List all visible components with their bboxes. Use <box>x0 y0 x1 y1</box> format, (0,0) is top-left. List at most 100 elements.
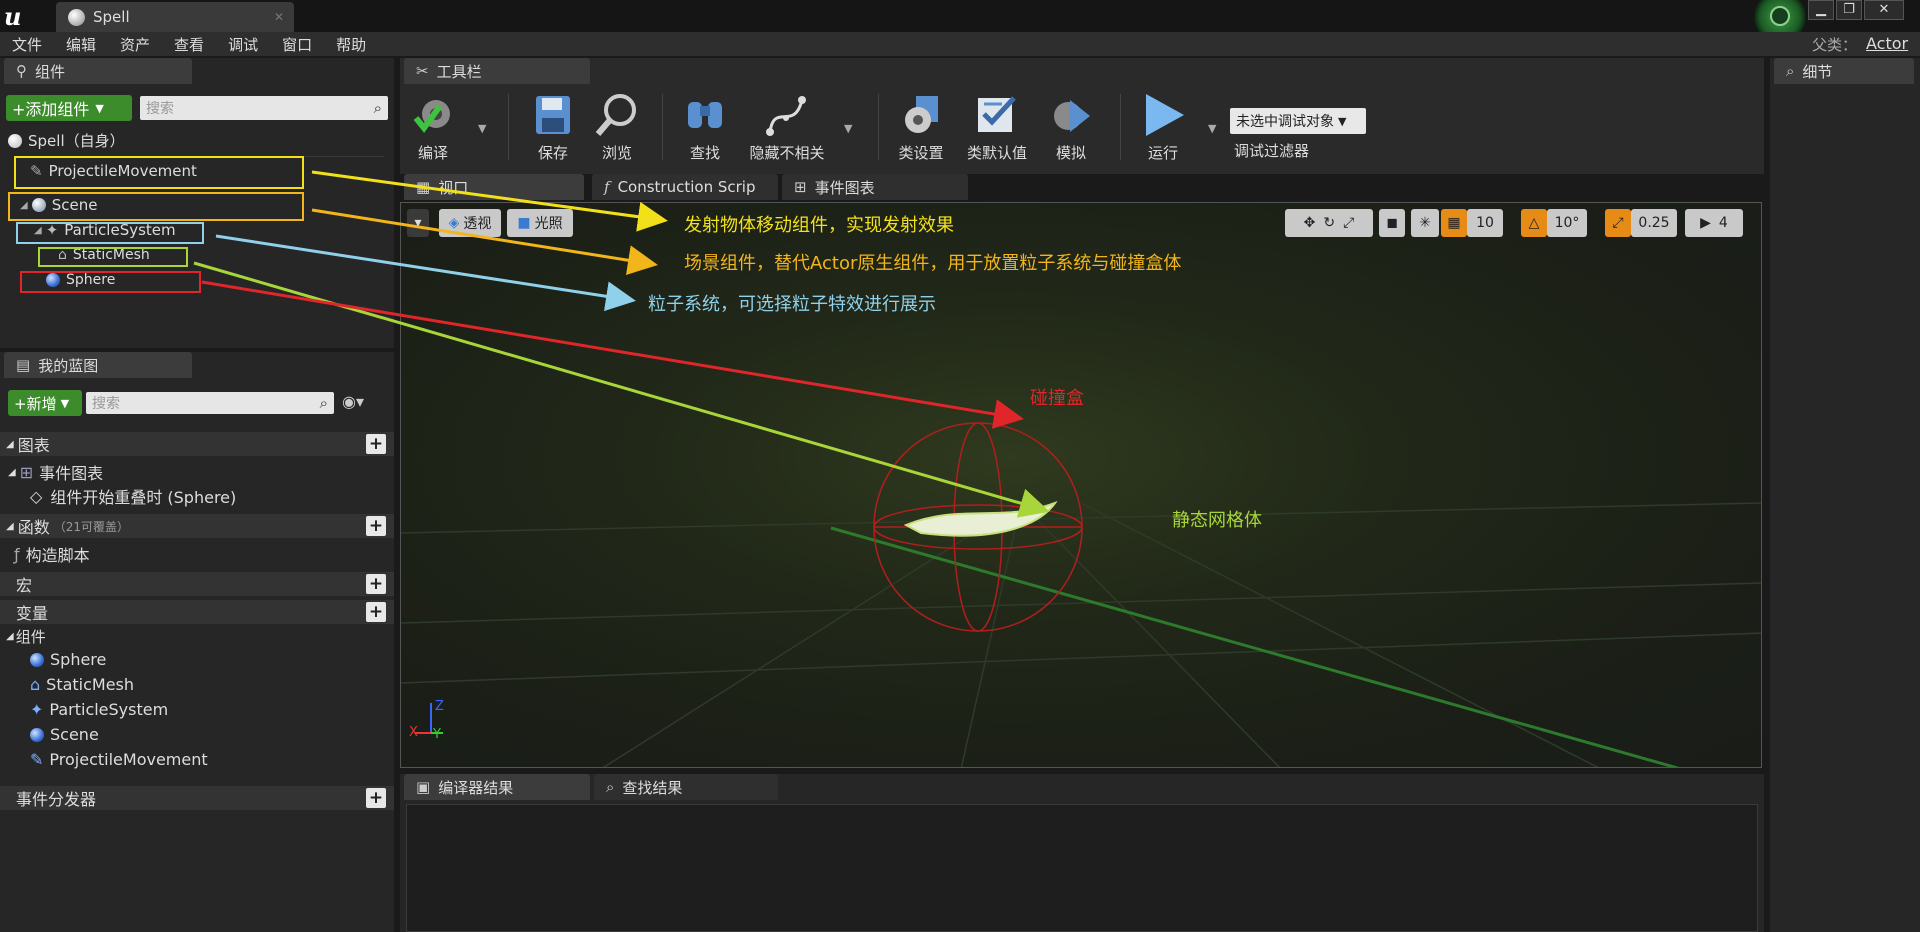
particle-system-icon: ✦ <box>30 700 44 719</box>
find-button[interactable]: 查找 <box>670 92 740 163</box>
rotate-icon[interactable]: ↻ <box>1323 215 1335 231</box>
menu-asset[interactable]: 资产 <box>108 34 162 55</box>
section-functions[interactable]: ◢ 函数 （21可覆盖） + <box>0 514 394 538</box>
variable-label: Scene <box>50 725 99 744</box>
add-component-button[interactable]: +添加组件 ▼ <box>6 95 132 121</box>
world-local-button[interactable]: ✳ <box>1411 209 1439 237</box>
function-icon: f <box>604 178 610 196</box>
variable-scene[interactable]: Scene <box>30 725 99 744</box>
translate-icon[interactable]: ✥ <box>1304 215 1316 231</box>
play-button[interactable]: 运行 <box>1128 92 1198 163</box>
menu-debug[interactable]: 调试 <box>216 34 270 55</box>
minimize-button[interactable]: ▁ <box>1808 0 1834 20</box>
class-settings-button[interactable]: 类设置 <box>886 92 956 163</box>
variable-projectilemovement[interactable]: ✎ ProjectileMovement <box>30 750 208 769</box>
debug-filter-label: 调试过滤器 <box>1234 142 1310 160</box>
grid-snap-value[interactable]: 10 <box>1467 209 1503 237</box>
maximize-button[interactable]: ❐ <box>1836 0 1862 20</box>
debug-object-select[interactable]: 未选中调试对象 ▼ <box>1230 108 1366 134</box>
add-component-label: +添加组件 <box>12 100 90 119</box>
tree-root-spell[interactable]: Spell（自身） <box>8 130 125 151</box>
compile-button[interactable]: 编译 <box>398 92 468 163</box>
tab-event-graph[interactable]: ⊞ 事件图表 <box>782 174 968 200</box>
camera-speed-button[interactable]: ▶ 4 <box>1685 209 1743 237</box>
tab-find-results[interactable]: ⌕ 查找结果 <box>594 774 778 800</box>
variable-label: ParticleSystem <box>49 700 169 719</box>
rotation-snap-toggle[interactable]: △ <box>1521 209 1547 237</box>
axis-y-label: Y <box>433 727 441 742</box>
grid-snap-toggle[interactable]: ▦ <box>1441 209 1467 237</box>
menu-window[interactable]: 窗口 <box>270 34 324 55</box>
expand-arrow-icon[interactable]: ◢ <box>6 631 14 642</box>
menu-view[interactable]: 查看 <box>162 34 216 55</box>
components-search-input[interactable]: 搜索 ⌕ <box>140 96 388 120</box>
components-tab[interactable]: ⚲ 组件 <box>4 58 192 84</box>
class-defaults-button[interactable]: 类默认值 <box>962 92 1032 163</box>
tab-construction-script[interactable]: f Construction Scrip <box>592 174 778 200</box>
lighting-button[interactable]: ■ 光照 <box>507 209 573 237</box>
add-variable-button[interactable]: + <box>366 602 386 622</box>
scale-icon[interactable]: ⤢ <box>1343 215 1354 231</box>
compile-gear-icon <box>410 92 456 138</box>
sphere-component-icon <box>30 652 44 667</box>
play-options-arrow-icon[interactable]: ▼ <box>1208 122 1216 135</box>
compiler-results-content <box>406 804 1758 932</box>
parent-class-link[interactable]: Actor <box>1866 34 1908 53</box>
viewport-icon: ▦ <box>416 178 431 196</box>
expand-arrow-icon[interactable]: ◢ <box>6 521 14 532</box>
axis-z-label: Z <box>435 699 444 714</box>
toolbar-tab[interactable]: ✂ 工具栏 <box>404 58 590 84</box>
browse-button[interactable]: 浏览 <box>582 92 652 163</box>
construction-script-item[interactable]: ƒ 构造脚本 <box>14 542 90 566</box>
scale-snap-toggle[interactable]: ⤢ <box>1605 209 1631 237</box>
surface-snap-button[interactable]: ◼ <box>1379 209 1405 237</box>
save-disk-icon <box>530 92 576 138</box>
variable-staticmesh[interactable]: ⌂ StaticMesh <box>30 675 134 694</box>
simulate-button[interactable]: 模拟 <box>1036 92 1106 163</box>
scale-snap-value[interactable]: 0.25 <box>1631 209 1677 237</box>
variable-particlesystem[interactable]: ✦ ParticleSystem <box>30 700 168 719</box>
my-blueprint-tab[interactable]: ▤ 我的蓝图 <box>4 352 192 378</box>
add-macro-button[interactable]: + <box>366 574 386 594</box>
component-vars-group[interactable]: ◢ 组件 <box>6 626 46 647</box>
transform-tools-group[interactable]: ✥ ↻ ⤢ <box>1285 209 1373 237</box>
add-graph-button[interactable]: + <box>366 434 386 454</box>
menu-edit[interactable]: 编辑 <box>54 34 108 55</box>
variable-label: ProjectileMovement <box>49 750 208 769</box>
rotation-snap-value[interactable]: 10° <box>1547 209 1587 237</box>
save-button[interactable]: 保存 <box>518 92 588 163</box>
perspective-button[interactable]: ◈ 透视 <box>439 209 501 237</box>
section-dispatchers-label: 事件分发器 <box>16 790 97 809</box>
viewport[interactable]: X Y Z ▾ ◈ 透视 ■ 光照 ✥ ↻ ⤢ ◼ ✳ ▦ 10 △ 10° ⤢… <box>400 202 1762 768</box>
hide-unrelated-options-arrow-icon[interactable]: ▼ <box>844 122 852 135</box>
section-event-dispatchers[interactable]: 事件分发器 + <box>0 786 394 810</box>
add-dispatcher-button[interactable]: + <box>366 788 386 808</box>
section-graphs[interactable]: ◢ 图表 + <box>0 432 394 456</box>
viewport-options-button[interactable]: ▾ <box>407 209 429 237</box>
event-item-begin-overlap[interactable]: ◇ 组件开始重叠时 (Sphere) <box>30 484 236 508</box>
expand-arrow-icon[interactable]: ◢ <box>8 467 16 478</box>
menu-help[interactable]: 帮助 <box>324 34 378 55</box>
expand-arrow-icon[interactable]: ◢ <box>6 439 14 450</box>
compile-options-arrow-icon[interactable]: ▼ <box>478 122 486 135</box>
tab-compiler-results[interactable]: ▣ 编译器结果 <box>404 774 590 800</box>
section-macros[interactable]: 宏 + <box>0 572 394 596</box>
tab-viewport[interactable]: ▦ 视口 <box>404 174 584 200</box>
annotation-box-scene <box>8 192 304 221</box>
blueprint-search-input[interactable]: 搜索 ⌕ <box>86 392 334 414</box>
event-graph-item[interactable]: ◢ ⊞ 事件图表 <box>8 460 103 484</box>
debug-object-value: 未选中调试对象 <box>1236 114 1334 130</box>
add-function-button[interactable]: + <box>366 516 386 536</box>
document-tab-spell[interactable]: Spell ✕ <box>56 2 294 32</box>
variable-sphere[interactable]: Sphere <box>30 650 106 669</box>
tab-details[interactable]: ⌕ 细节 <box>1774 58 1914 84</box>
hide-unrelated-button[interactable]: 隐藏不相关 <box>746 92 828 163</box>
visibility-eye-icon[interactable]: ◉▾ <box>342 392 364 411</box>
section-variables[interactable]: 变量 + <box>0 600 394 624</box>
search-placeholder: 搜索 <box>92 396 120 412</box>
new-button[interactable]: +新增 ▼ <box>8 390 82 416</box>
menu-file[interactable]: 文件 <box>0 34 54 55</box>
close-window-button[interactable]: ✕ <box>1864 0 1904 20</box>
close-tab-icon[interactable]: ✕ <box>274 10 284 24</box>
my-blueprint-panel: ▤ 我的蓝图 +新增 ▼ 搜索 ⌕ ◉▾ ◢ 图表 + ◢ ⊞ 事件图表 ◇ 组… <box>0 352 394 932</box>
